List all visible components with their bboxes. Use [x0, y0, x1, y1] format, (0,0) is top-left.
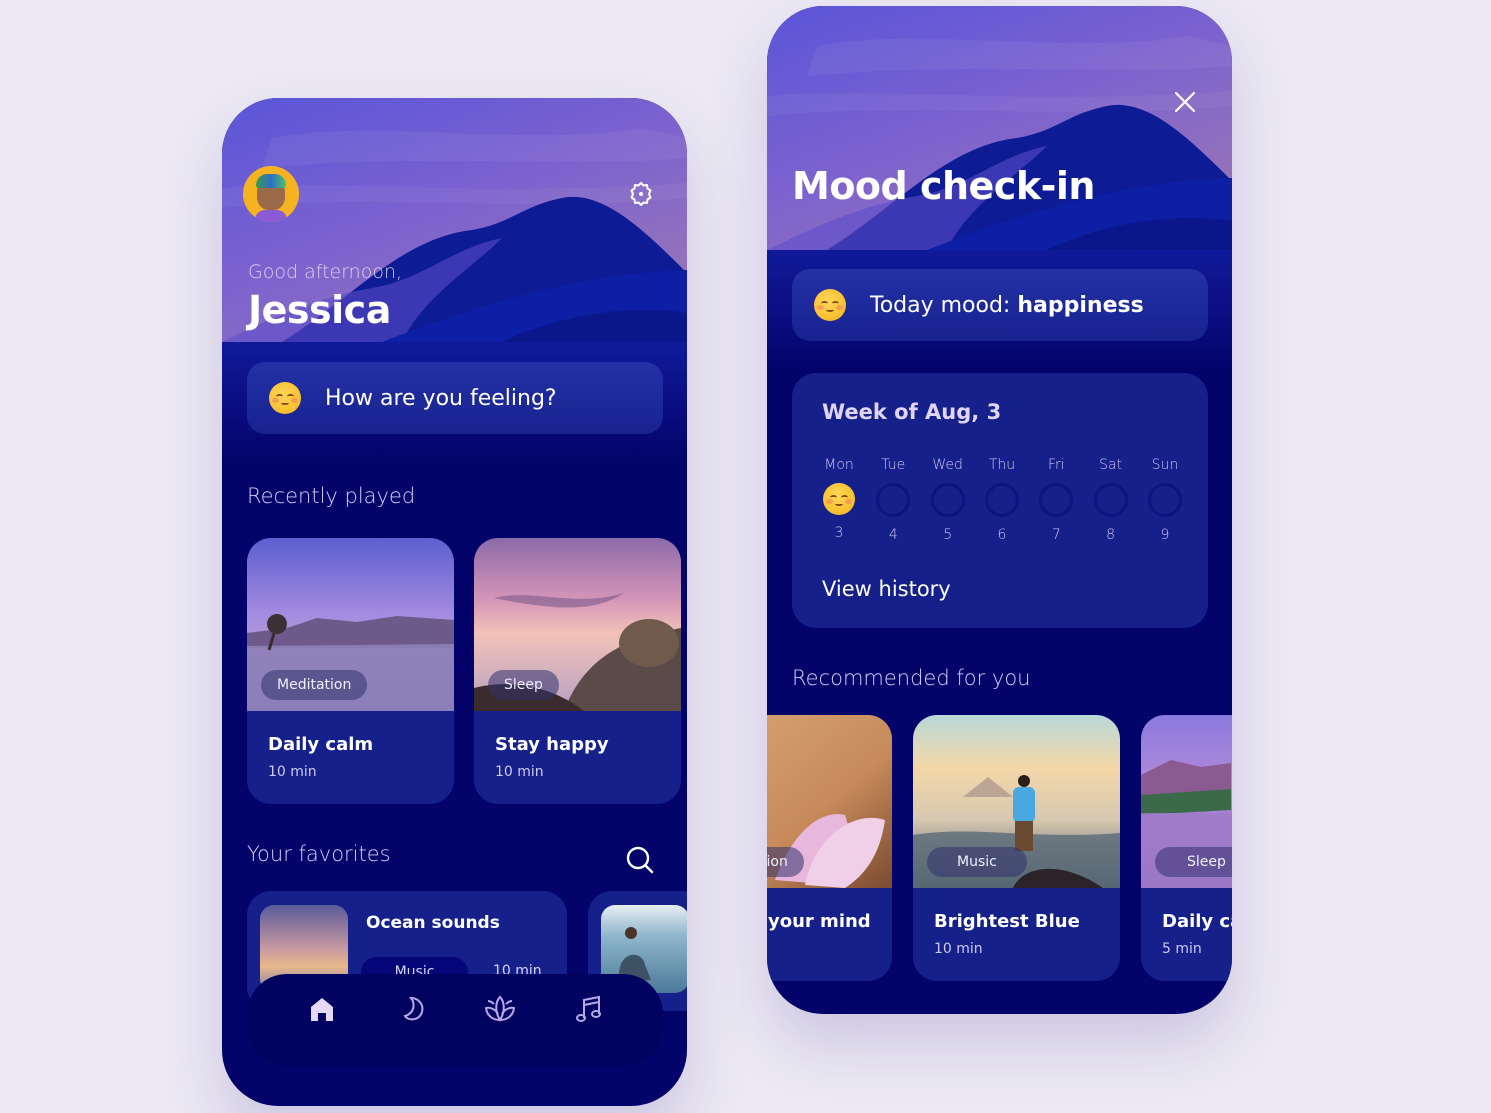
category-tag: tion — [767, 847, 804, 877]
search-icon — [626, 846, 654, 874]
today-mood-text: Today mood: happiness — [870, 293, 1144, 318]
gear-icon — [630, 182, 652, 206]
day-name: Wed — [932, 457, 963, 473]
empty-mood-circle[interactable] — [876, 483, 911, 517]
nav-sleep[interactable] — [389, 987, 433, 1031]
card-title: Brightest Blue — [934, 911, 1080, 932]
day-fri[interactable]: Fri 7 — [1031, 457, 1081, 543]
mood-checkin-screen: Mood check-in Today mood: happiness Week… — [767, 6, 1232, 1014]
empty-mood-circle[interactable] — [1093, 483, 1128, 517]
today-mood-pill[interactable]: Today mood: happiness — [792, 269, 1208, 341]
day-date: 5 — [943, 527, 953, 543]
day-date: 9 — [1160, 527, 1170, 543]
recent-card[interactable]: Meditation Daily calm 10 min — [247, 538, 454, 804]
lotus-icon — [484, 995, 515, 1022]
today-mood-label: Today mood: — [870, 292, 1011, 318]
nav-music[interactable] — [567, 987, 611, 1031]
smiling-face-icon — [814, 289, 846, 321]
week-days: Mon 3 Tue 4 Wed 5 Thu 6 Fri 7 Sat 8 Sun … — [814, 457, 1190, 543]
card-title: Daily calm — [268, 734, 374, 755]
moon-icon — [402, 996, 423, 1021]
day-date: 3 — [834, 525, 844, 541]
view-history-link[interactable]: View history — [822, 577, 951, 601]
day-tue[interactable]: Tue 4 — [868, 457, 918, 543]
smiling-face-icon — [823, 483, 855, 515]
mood-prompt-button[interactable]: How are you feeling? — [247, 362, 663, 434]
week-card: Week of Aug, 3 Mon 3 Tue 4 Wed 5 Thu 6 F… — [792, 373, 1208, 628]
card-title: Stay happy — [495, 734, 609, 755]
card-duration: 10 min — [268, 764, 317, 780]
greeting-text: Good afternoon, — [248, 261, 403, 283]
music-note-icon — [575, 995, 601, 1022]
category-tag: Music — [927, 847, 1027, 877]
day-date: 6 — [997, 527, 1007, 543]
mood-prompt-label: How are you feeling? — [325, 385, 557, 411]
day-date: 4 — [888, 527, 898, 543]
empty-mood-circle[interactable] — [930, 483, 965, 517]
empty-mood-circle[interactable] — [1039, 483, 1074, 517]
day-name: Tue — [881, 457, 906, 473]
day-mon[interactable]: Mon 3 — [814, 457, 864, 543]
recommended-card[interactable]: Music Brightest Blue 10 min — [913, 715, 1120, 981]
card-duration: 10 min — [495, 764, 544, 780]
category-tag: Sleep — [1155, 847, 1232, 877]
card-duration: 5 min — [1162, 941, 1202, 957]
recently-played-title: Recently played — [247, 484, 416, 508]
favorite-title: Ocean sounds — [366, 913, 500, 933]
smiling-face-icon — [269, 382, 301, 414]
empty-mood-circle[interactable] — [1147, 483, 1182, 517]
home-screen: Good afternoon, Jessica How are you feel… — [222, 98, 687, 1106]
avatar[interactable] — [243, 166, 299, 222]
day-sun[interactable]: Sun 9 — [1140, 457, 1190, 543]
recommended-card[interactable]: Sleep Daily ca 5 min — [1141, 715, 1232, 981]
day-date: 8 — [1106, 527, 1116, 543]
category-tag: Meditation — [261, 670, 368, 700]
week-title: Week of Aug, 3 — [822, 400, 1002, 424]
day-name: Sat — [1099, 457, 1123, 473]
day-name: Fri — [1047, 457, 1065, 473]
day-wed[interactable]: Wed 5 — [923, 457, 973, 543]
search-button[interactable] — [622, 842, 658, 878]
recent-card[interactable]: Sleep Stay happy 10 min — [474, 538, 681, 804]
page-title: Mood check-in — [792, 164, 1095, 208]
nav-home[interactable] — [300, 987, 344, 1031]
card-title: your mind — [768, 911, 871, 932]
close-icon — [1174, 91, 1196, 113]
category-tag: Sleep — [488, 670, 559, 700]
day-thu[interactable]: Thu 6 — [977, 457, 1027, 543]
favorites-title: Your favorites — [247, 842, 391, 866]
recommended-card[interactable]: tion your mind — [767, 715, 892, 981]
today-mood-value: happiness — [1017, 292, 1144, 318]
user-name: Jessica — [248, 288, 391, 332]
nav-meditation[interactable] — [478, 987, 522, 1031]
bottom-nav — [247, 974, 663, 1066]
close-button[interactable] — [1169, 86, 1201, 118]
card-duration: 10 min — [934, 941, 983, 957]
day-sat[interactable]: Sat 8 — [1086, 457, 1136, 543]
day-name: Sun — [1151, 457, 1179, 473]
card-title: Daily ca — [1162, 911, 1232, 932]
day-date: 7 — [1051, 527, 1061, 543]
empty-mood-circle[interactable] — [984, 483, 1019, 517]
settings-button[interactable] — [625, 178, 657, 210]
home-icon — [310, 998, 333, 1021]
hero-illustration — [767, 6, 1232, 250]
recommended-title: Recommended for you — [792, 666, 1031, 690]
day-name: Thu — [988, 457, 1016, 473]
day-name: Mon — [824, 457, 854, 473]
